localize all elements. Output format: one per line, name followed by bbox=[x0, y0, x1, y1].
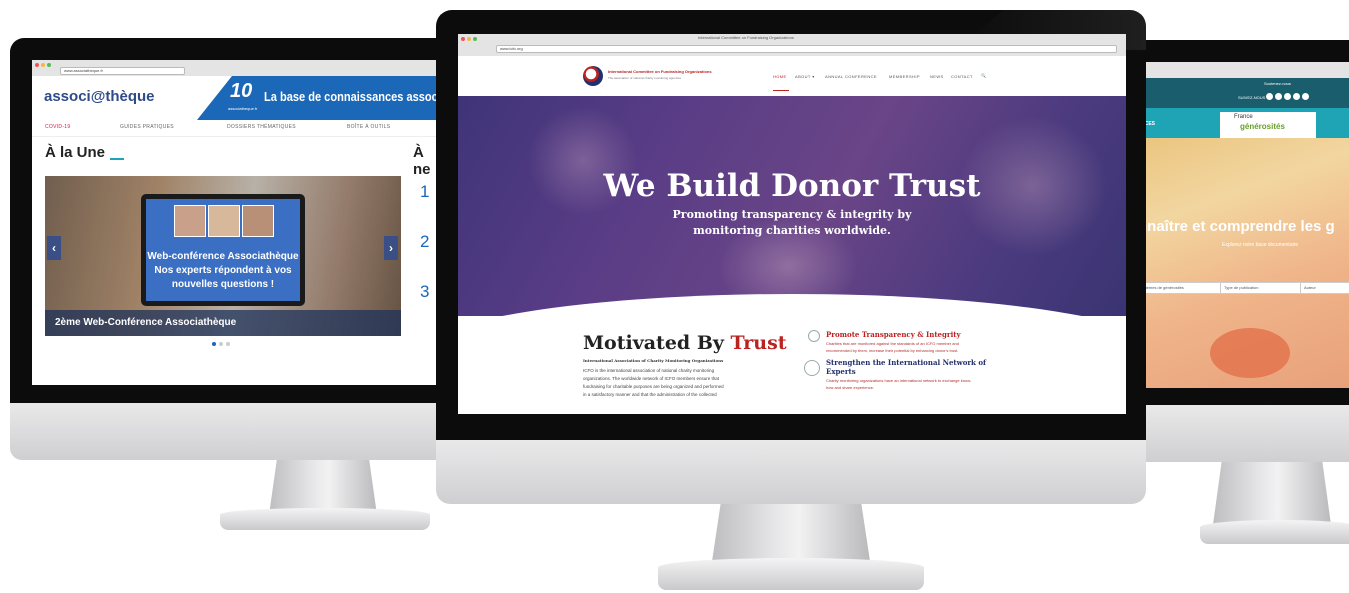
associatheque-logo[interactable]: associ@thèque bbox=[44, 88, 155, 105]
nav-home-underline bbox=[773, 90, 789, 91]
social-icon-2[interactable] bbox=[1275, 93, 1282, 100]
lightbulb-icon bbox=[808, 330, 820, 342]
carousel-caption: 2ème Web-Conférence Associathèque bbox=[55, 317, 237, 328]
nav-dossiers[interactable]: DOSSIERS THÉMATIQUES bbox=[227, 124, 296, 130]
icfo-logo-sub: The association of national charity moni… bbox=[608, 76, 682, 80]
hero-subtitle-2: monitoring charities worldwide. bbox=[693, 224, 891, 237]
slide-text-3: nouvelles questions ! bbox=[171, 279, 275, 290]
carousel-dot-2[interactable] bbox=[219, 342, 223, 346]
center-hero: We Build Donor Trust Promoting transpare… bbox=[458, 96, 1126, 316]
left-monitor-foot bbox=[220, 508, 430, 530]
right-hero-sub: Explorez notre base documentaire bbox=[1222, 242, 1299, 248]
hero-title: We Build Donor Trust bbox=[603, 168, 981, 204]
right-hero-title: nnaître et comprendre les g bbox=[1138, 218, 1335, 235]
motivated-subtitle: International Association of Charity Mon… bbox=[583, 358, 724, 363]
carousel-dot-1[interactable] bbox=[212, 342, 216, 346]
carousel-dot-3[interactable] bbox=[226, 342, 230, 346]
left-monitor: www.associatheque.fr associ@thèque 10 as… bbox=[10, 38, 450, 530]
right-monitor-foot bbox=[1200, 520, 1349, 544]
right-top-text[interactable]: Soutenez-nous bbox=[1264, 81, 1291, 86]
anniversary-badge: 10 bbox=[230, 80, 253, 102]
feature-2-title-1: Strengthen the International Network of bbox=[826, 358, 987, 367]
expert-photo-2 bbox=[208, 205, 240, 237]
center-url-bar[interactable]: www.icfo.org bbox=[496, 45, 1117, 53]
anniversary-badge-sub: associatheque.fr bbox=[228, 106, 258, 111]
nav-boite[interactable]: BOÎTE À OUTILS bbox=[347, 124, 390, 130]
icfo-logo-name[interactable]: International Committee on Fundraising O… bbox=[608, 69, 712, 74]
slide-text-1: Web-conférence Associathèque bbox=[147, 251, 299, 262]
heart-shape bbox=[1210, 328, 1290, 378]
left-header-title: La base de connaissances associative bbox=[264, 89, 442, 104]
motivated-title-trust: Trust bbox=[730, 332, 787, 354]
social-icon-3[interactable] bbox=[1284, 93, 1291, 100]
a-la-une-underline bbox=[110, 158, 124, 160]
nav-guides[interactable]: GUIDES PRATIQUES bbox=[120, 124, 174, 130]
left-url-bar[interactable]: www.associatheque.fr bbox=[60, 67, 185, 75]
center-browser-bar: International Committee on Fundraising O… bbox=[458, 34, 1126, 57]
body-line-1: ICFO is the international association of… bbox=[583, 368, 715, 373]
slide-text-2: Nos experts répondent à vos bbox=[154, 265, 292, 276]
icfo-logo-icon[interactable] bbox=[583, 66, 603, 86]
center-monitor-foot bbox=[658, 558, 924, 590]
network-icon bbox=[804, 360, 820, 376]
feature-1-title: Promote Transparency & Integrity bbox=[826, 330, 961, 339]
social-icon-5[interactable] bbox=[1302, 93, 1309, 100]
hero-subtitle-1: Promoting transparency & integrity by bbox=[672, 208, 912, 221]
partner-logo-line-2: générosités bbox=[1240, 122, 1285, 131]
laptop: Web-conférence Associathèque Nos experts… bbox=[141, 194, 305, 306]
carousel-next-button[interactable]: › bbox=[384, 236, 398, 260]
nav-about[interactable]: ABOUT ▾ bbox=[795, 74, 815, 79]
feature-1-text-2: recommended by them, increase their pote… bbox=[826, 348, 959, 353]
body-line-4: in a satisfactory manner and that the ad… bbox=[583, 392, 717, 397]
side-number-3[interactable]: 3 bbox=[420, 282, 429, 302]
nav-annual-conference[interactable]: ANNUAL CONFERENCE bbox=[825, 74, 877, 79]
center-nav: HOME ABOUT ▾ ANNUAL CONFERENCE MEMBERSHI… bbox=[773, 73, 1013, 91]
partner-logo-line-1: France bbox=[1234, 114, 1253, 120]
france-generosites-logo[interactable]: France générosités bbox=[1220, 112, 1316, 138]
right-follow-text: SUIVEZ-NOUS bbox=[1238, 95, 1266, 100]
motivated-title-text: Motivated By bbox=[583, 332, 731, 354]
center-window-title: International Committee on Fundraising O… bbox=[698, 35, 794, 40]
side-number-1[interactable]: 1 bbox=[420, 182, 429, 202]
theme-select[interactable]: Thèmes de générosités bbox=[1138, 282, 1221, 294]
left-monitor-chin bbox=[10, 403, 450, 460]
carousel-prev-button[interactable]: ‹ bbox=[47, 236, 61, 260]
body-line-3: fundraising for charitable purposes are … bbox=[583, 384, 724, 389]
motivated-title: Motivated By Trust bbox=[583, 332, 787, 354]
left-nav: COVID-19 GUIDES PRATIQUES DOSSIERS THÉMA… bbox=[32, 120, 442, 137]
left-carousel[interactable]: Web-conférence Associathèque Nos experts… bbox=[45, 176, 401, 336]
feature-2-text-1: Charity monitoring organizations have an… bbox=[826, 378, 972, 383]
expert-photo-3 bbox=[242, 205, 274, 237]
nav-home[interactable]: HOME bbox=[773, 74, 787, 79]
center-header: International Committee on Fundraising O… bbox=[458, 56, 1126, 96]
body-line-2: organizations. The worldwide network of … bbox=[583, 376, 719, 381]
left-browser-bar: www.associatheque.fr bbox=[32, 60, 442, 77]
center-monitor-chin bbox=[436, 440, 1146, 504]
social-icon-1[interactable] bbox=[1266, 93, 1273, 100]
left-screen: www.associatheque.fr associ@thèque 10 as… bbox=[32, 60, 442, 385]
laptop-screen: Web-conférence Associathèque Nos experts… bbox=[146, 199, 300, 301]
nav-covid[interactable]: COVID-19 bbox=[45, 124, 70, 130]
feature-2-title-2: Experts bbox=[826, 367, 856, 376]
center-monitor: International Committee on Fundraising O… bbox=[436, 10, 1146, 590]
search-icon[interactable]: 🔍 bbox=[981, 73, 986, 78]
nav-membership[interactable]: MEMBERSHIP bbox=[889, 74, 920, 79]
type-select[interactable]: Type de publication bbox=[1220, 282, 1301, 294]
social-icon-4[interactable] bbox=[1293, 93, 1300, 100]
side-number-2[interactable]: 2 bbox=[420, 232, 429, 252]
nav-contact[interactable]: CONTACT bbox=[951, 74, 973, 79]
author-select[interactable]: Auteur bbox=[1300, 282, 1349, 294]
feature-2-text-2: how and share experience. bbox=[826, 385, 875, 390]
left-header: associ@thèque 10 associatheque.fr La bas… bbox=[32, 76, 442, 120]
feature-1-text-1: Charities that are monitored against the… bbox=[826, 341, 959, 346]
expert-photo-1 bbox=[174, 205, 206, 237]
center-screen: International Committee on Fundraising O… bbox=[458, 34, 1126, 414]
a-la-une-title: À la Une bbox=[45, 144, 106, 161]
nav-news[interactable]: NEWS bbox=[930, 74, 944, 79]
carousel-dots[interactable] bbox=[212, 342, 242, 346]
hero-bottom-wave bbox=[458, 294, 1126, 316]
